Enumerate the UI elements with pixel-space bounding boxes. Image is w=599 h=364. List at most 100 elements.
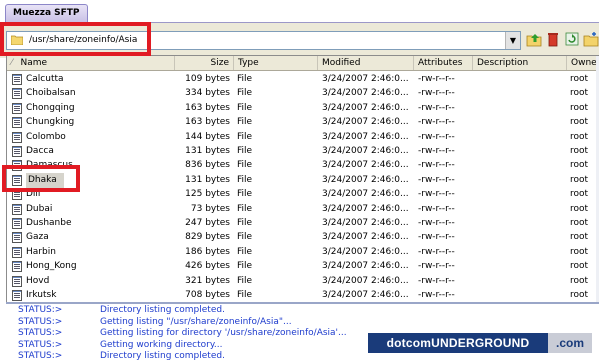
file-type: File: [237, 74, 253, 84]
file-icon: [12, 117, 22, 129]
file-modified: 3/24/2007 2:46:0...: [322, 131, 409, 142]
file-size: 125 bytes: [185, 189, 230, 200]
file-name: Harbin: [26, 246, 56, 257]
chevron-down-icon[interactable]: ▼: [505, 32, 520, 49]
file-name: Dubai: [26, 203, 53, 214]
status-prefix: STATUS:>: [18, 316, 63, 327]
file-attributes: -rw-r--r--: [418, 290, 455, 300]
file-row[interactable]: Chungking 163 bytes File 3/24/2007 2:46:0..…: [7, 115, 599, 130]
file-list[interactable]: ⁄ Name Size Type Modified Attributes Desc…: [6, 55, 599, 304]
file-owner: root: [570, 160, 589, 171]
file-size: 247 bytes: [185, 218, 230, 228]
status-prefix: STATUS:>: [18, 305, 63, 315]
column-header-type[interactable]: Type: [234, 56, 318, 70]
file-row[interactable]: Colombo 144 bytes File 3/24/2007 2:46:0... -…: [7, 130, 599, 145]
file-name: Dacca: [26, 146, 54, 156]
file-icon: [12, 246, 22, 258]
file-row[interactable]: Gaza 829 bytes File 3/24/2007 2:46:0... -rw-…: [7, 230, 599, 245]
delete-icon[interactable]: [545, 31, 561, 47]
watermark-main: dotcomUNDERGROUND: [368, 333, 548, 353]
file-icon: [12, 218, 22, 229]
file-modified: 3/24/2007 2:46:0...: [322, 102, 409, 113]
file-icon: [12, 232, 22, 244]
file-modified: 3/24/2007 2:46:0...: [322, 275, 409, 286]
file-icon: [12, 290, 22, 301]
watermark-suffix: .com: [548, 333, 592, 353]
file-icon: [12, 88, 22, 100]
file-owner: root: [570, 246, 589, 257]
file-row[interactable]: Dubai 73 bytes File 3/24/2007 2:46:0... -rw-…: [7, 202, 599, 217]
status-prefix: STATUS:>: [18, 328, 63, 338]
column-header-size[interactable]: Size: [175, 56, 234, 70]
file-row[interactable]: Chongqing 163 bytes File 3/24/2007 2:46:0..…: [7, 101, 599, 116]
file-attributes: -rw-r--r--: [418, 117, 455, 128]
file-type: File: [237, 261, 253, 272]
file-name: Choibalsan: [26, 88, 76, 99]
column-header-modified[interactable]: Modified: [318, 56, 414, 70]
file-type: File: [237, 160, 253, 171]
file-row[interactable]: Harbin 186 bytes File 3/24/2007 2:46:0... -r…: [7, 245, 599, 260]
file-attributes: -rw-r--r--: [418, 88, 455, 99]
tab-muezza-sftp[interactable]: Muezza SFTP: [5, 4, 88, 22]
file-modified: 3/24/2007 2:46:0...: [322, 246, 409, 257]
file-owner: root: [570, 117, 589, 128]
file-name: Gaza: [26, 232, 49, 243]
file-name: Hovd: [26, 275, 50, 286]
file-row[interactable]: Dushanbe 247 bytes File 3/24/2007 2:46:0...…: [7, 216, 599, 231]
file-owner: root: [570, 275, 589, 286]
file-owner: root: [570, 189, 589, 200]
file-type: File: [237, 102, 253, 113]
file-owner: root: [570, 74, 589, 84]
file-attributes: -rw-r--r--: [418, 232, 455, 243]
status-message: Getting working directory...: [100, 339, 223, 350]
file-size: 73 bytes: [190, 203, 230, 214]
file-icon: [12, 203, 22, 215]
file-type: File: [237, 117, 253, 128]
file-row[interactable]: Dacca 131 bytes File 3/24/2007 2:46:0... -rw…: [7, 144, 599, 159]
column-header-description[interactable]: Description: [473, 56, 567, 70]
file-modified: 3/24/2007 2:46:0...: [322, 74, 409, 84]
file-size: 131 bytes: [185, 146, 230, 156]
file-row[interactable]: Dili 125 bytes File 3/24/2007 2:46:0... -rw-…: [7, 187, 599, 202]
file-modified: 3/24/2007 2:46:0...: [322, 88, 409, 99]
file-type: File: [237, 174, 253, 185]
file-attributes: -rw-r--r--: [418, 146, 455, 156]
file-size: 144 bytes: [185, 131, 230, 142]
file-icon: [12, 74, 22, 85]
file-attributes: -rw-r--r--: [418, 102, 455, 113]
column-header-attributes[interactable]: Attributes: [414, 56, 473, 70]
column-header-row: ⁄ Name Size Type Modified Attributes Desc…: [7, 56, 599, 71]
file-type: File: [237, 290, 253, 300]
file-size: 163 bytes: [185, 117, 230, 128]
file-row[interactable]: Dhaka 131 bytes File 3/24/2007 2:46:0... -rw…: [7, 172, 599, 188]
file-size: 829 bytes: [185, 232, 230, 243]
refresh-icon[interactable]: [564, 31, 580, 47]
file-attributes: -rw-r--r--: [418, 189, 455, 200]
file-icon: [12, 275, 22, 287]
file-size: 131 bytes: [185, 174, 230, 185]
file-attributes: -rw-r--r--: [418, 246, 455, 257]
new-folder-icon[interactable]: [583, 31, 599, 47]
file-size: 426 bytes: [185, 261, 230, 272]
file-owner: root: [570, 290, 589, 300]
file-owner: root: [570, 232, 589, 243]
file-row[interactable]: Hovd 321 bytes File 3/24/2007 2:46:0... -rw-…: [7, 274, 599, 289]
file-row[interactable]: Irkutsk 708 bytes File 3/24/2007 2:46:0... -…: [7, 288, 599, 303]
tab-bar: Muezza SFTP: [0, 0, 599, 22]
file-name: Hong_Kong: [26, 261, 77, 272]
file-row[interactable]: Hong_Kong 426 bytes File 3/24/2007 2:46:0..…: [7, 259, 599, 274]
file-attributes: -rw-r--r--: [418, 218, 455, 228]
column-header-name[interactable]: ⁄ Name: [7, 56, 175, 70]
file-owner: root: [570, 88, 589, 99]
file-attributes: -rw-r--r--: [418, 203, 455, 214]
file-modified: 3/24/2007 2:46:0...: [322, 232, 409, 243]
folder-up-icon[interactable]: [526, 31, 542, 47]
file-size: 163 bytes: [185, 102, 230, 113]
file-size: 334 bytes: [185, 88, 230, 99]
file-row[interactable]: Damascus 836 bytes File 3/24/2007 2:46:0...…: [7, 158, 599, 173]
file-modified: 3/24/2007 2:46:0...: [322, 290, 409, 300]
file-row[interactable]: Calcutta 109 bytes File 3/24/2007 2:46:0...…: [7, 72, 599, 87]
file-row[interactable]: Choibalsan 334 bytes File 3/24/2007 2:46:0.…: [7, 86, 599, 101]
column-header-owner[interactable]: Owner: [567, 56, 599, 70]
highlight-selected-file: [2, 165, 80, 192]
